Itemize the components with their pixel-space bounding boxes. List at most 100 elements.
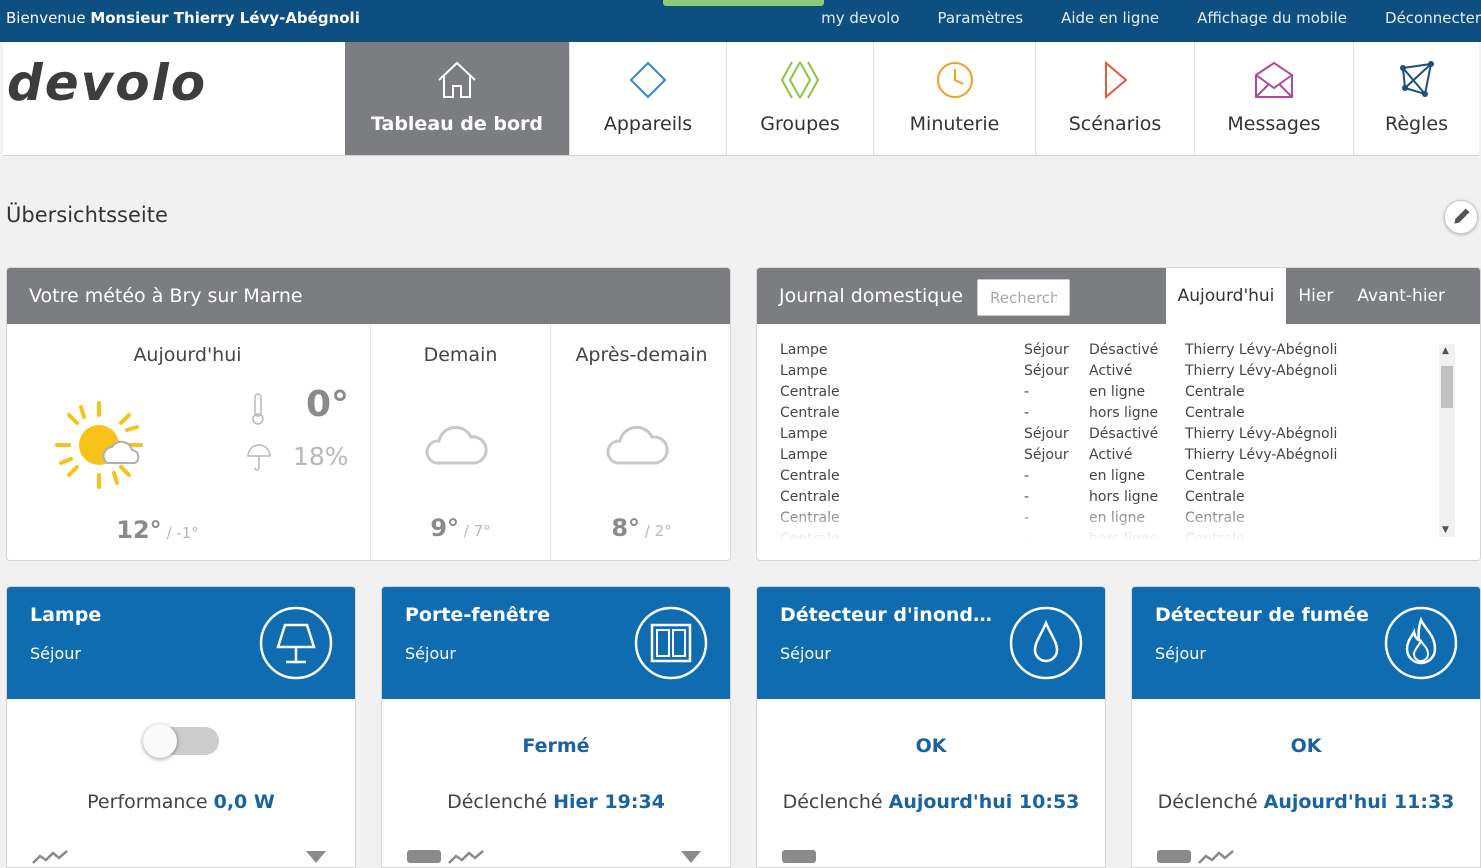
- device-performance: Performance 0,0 W: [87, 791, 275, 813]
- day-after-label: Après-demain: [575, 344, 708, 366]
- envelope-icon: [1255, 61, 1293, 98]
- lamp-power-toggle[interactable]: [143, 724, 219, 758]
- pencil-icon: [1454, 208, 1470, 224]
- nav-messages[interactable]: Messages: [1194, 42, 1353, 155]
- tomorrow-high: 9°: [430, 514, 460, 542]
- scroll-up-icon[interactable]: ▲: [1442, 346, 1449, 356]
- user-name: Monsieur Thierry Lévy-Abégnoli: [90, 9, 360, 27]
- scroll-thumb[interactable]: [1441, 366, 1453, 408]
- nav-label-scenarios: Scénarios: [1068, 113, 1162, 135]
- card-footer: [407, 847, 707, 867]
- card-footer: [1157, 847, 1457, 867]
- top-bar: Bienvenue Monsieur Thierry Lévy-Abégnoli…: [0, 0, 1481, 42]
- log-room: Séjour: [1024, 447, 1069, 463]
- nav-label-messages: Messages: [1227, 113, 1321, 135]
- nav-groups[interactable]: Groupes: [726, 42, 873, 155]
- tab-yesterday[interactable]: Hier: [1286, 268, 1345, 324]
- nav-rules[interactable]: Règles: [1353, 42, 1479, 155]
- card-header[interactable]: Détecteur de fumée Séjour: [1132, 587, 1480, 699]
- log-device: Centrale: [780, 405, 840, 421]
- journal-row: LampeSéjourActivéThierry Lévy-Abégnoli16…: [780, 447, 1348, 468]
- chart-icon[interactable]: [32, 847, 68, 865]
- log-event: hors ligne: [1089, 405, 1159, 421]
- journal-row: LampeSéjourActivéThierry Lévy-Abégnoli18…: [780, 363, 1348, 384]
- link-my-devolo[interactable]: my devolo: [821, 9, 899, 27]
- top-links: my devolo Paramètres Aide en ligne Affic…: [783, 9, 1481, 27]
- tab-day-before-yesterday[interactable]: Avant-hier: [1345, 268, 1480, 324]
- log-room: Séjour: [1024, 342, 1069, 358]
- journal-scrollbar[interactable]: ▲ ▼: [1439, 344, 1455, 537]
- nav-label-groups: Groupes: [760, 113, 840, 135]
- tab-today[interactable]: Aujourd'hui: [1165, 268, 1287, 324]
- toggle-knob: [143, 724, 177, 758]
- log-event: en ligne: [1089, 384, 1146, 400]
- log-device: Lampe: [780, 447, 828, 463]
- nav-devices[interactable]: Appareils: [569, 42, 726, 155]
- link-mobile-view[interactable]: Affichage du mobile: [1197, 9, 1347, 27]
- log-room: Séjour: [1024, 426, 1069, 442]
- link-logout[interactable]: Déconnecter: [1385, 9, 1481, 27]
- log-device: Lampe: [780, 342, 828, 358]
- weather-title: Votre météo à Bry sur Marne: [29, 285, 303, 307]
- log-user: Thierry Lévy-Abégnoli: [1185, 342, 1338, 358]
- expand-caret-icon[interactable]: [306, 851, 326, 863]
- triggered-time: Hier 19:34: [553, 791, 665, 813]
- card-footer: [782, 847, 1082, 867]
- log-room: -: [1024, 384, 1030, 400]
- edit-dashboard-button[interactable]: [1444, 200, 1478, 234]
- scroll-down-icon[interactable]: ▼: [1442, 525, 1449, 535]
- device-triggered: Déclenché Hier 19:34: [447, 791, 665, 813]
- today-label: Aujourd'hui: [133, 344, 242, 366]
- home-icon: [438, 61, 476, 98]
- log-user: Centrale: [1185, 405, 1245, 421]
- day-after-low: / 2°: [644, 522, 672, 540]
- log-user: Centrale: [1185, 468, 1245, 484]
- water-drop-icon: [1009, 606, 1083, 680]
- battery-icon: [407, 850, 441, 863]
- thermometer-icon: [252, 393, 264, 425]
- log-user: Thierry Lévy-Abégnoli: [1185, 447, 1338, 463]
- journal-row: Lampe Séjour Désactivé Thierry Lévy-Abégnol…: [780, 342, 1348, 363]
- tomorrow-label: Demain: [423, 344, 498, 366]
- log-room: -: [1024, 468, 1030, 484]
- card-header[interactable]: Détecteur d'inondation Séjour: [757, 587, 1105, 699]
- card-header[interactable]: Porte-fenêtre Séjour: [382, 587, 730, 699]
- fade-overlay: [780, 500, 1348, 540]
- main-navigation: devolo Tableau de bord Appareils Groupes…: [3, 42, 1479, 156]
- today-temps: 12° / -1°: [7, 516, 370, 544]
- cloud-icon: [606, 425, 669, 465]
- tomorrow-temps: 9° / 7°: [371, 514, 550, 542]
- battery-icon: [1157, 850, 1191, 863]
- device-name: Lampe: [30, 604, 102, 626]
- window-icon: [634, 606, 708, 680]
- journal-search-input[interactable]: [977, 279, 1070, 316]
- log-device: Lampe: [780, 363, 828, 379]
- device-card-flood-detector: Détecteur d'inondation Séjour OK Déclenc…: [756, 586, 1106, 868]
- log-event: Désactivé: [1089, 426, 1159, 442]
- play-icon: [1105, 60, 1128, 100]
- devolo-logo[interactable]: devolo: [7, 54, 207, 112]
- groups-icon: [780, 61, 820, 99]
- device-status: OK: [1290, 735, 1322, 757]
- log-device: Centrale: [780, 468, 840, 484]
- rain-probability: 18%: [293, 442, 349, 471]
- nav-scenarios[interactable]: Scénarios: [1035, 42, 1194, 155]
- nav-label-devices: Appareils: [603, 113, 693, 135]
- device-card-lamp: Lampe Séjour Performance 0,0 W: [6, 586, 356, 868]
- chart-icon[interactable]: [448, 847, 484, 865]
- log-event: Activé: [1089, 363, 1133, 379]
- battery-icon: [782, 850, 816, 863]
- expand-caret-icon[interactable]: [681, 851, 701, 863]
- link-online-help[interactable]: Aide en ligne: [1061, 9, 1159, 27]
- device-triggered: Déclenché Aujourd'hui 10:53: [782, 791, 1080, 813]
- journal-row: Centrale-en ligneCentrale17:03: [780, 384, 1348, 405]
- welcome-prefix: Bienvenue: [6, 9, 86, 27]
- link-settings[interactable]: Paramètres: [938, 9, 1024, 27]
- chart-icon[interactable]: [1198, 847, 1234, 865]
- device-status: OK: [915, 735, 947, 757]
- nav-dashboard[interactable]: Tableau de bord: [345, 42, 569, 155]
- today-low: / -1°: [166, 524, 199, 542]
- card-header[interactable]: Lampe Séjour: [7, 587, 355, 699]
- welcome-text: Bienvenue Monsieur Thierry Lévy-Abégnoli: [6, 9, 360, 27]
- nav-timer[interactable]: Minuterie: [873, 42, 1035, 155]
